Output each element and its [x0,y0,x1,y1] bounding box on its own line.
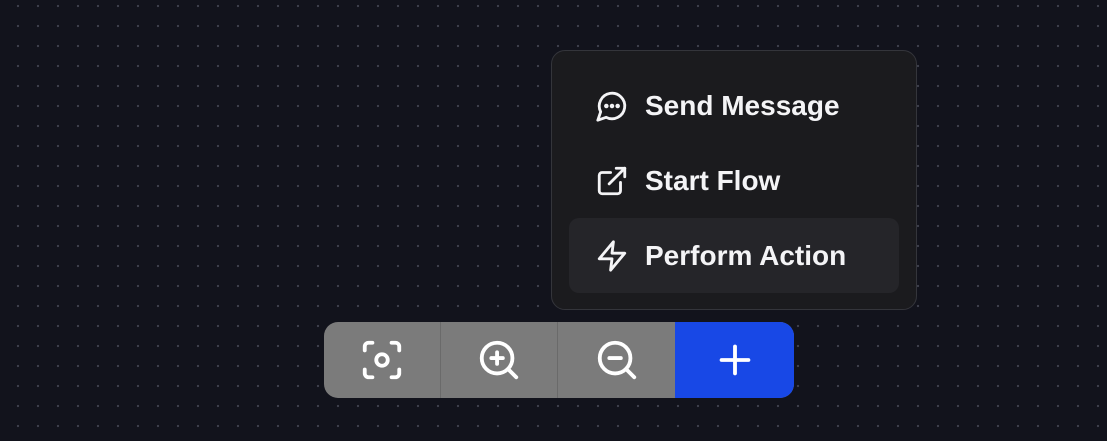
menu-item-label: Send Message [645,89,840,121]
zoom-in-icon [479,340,519,380]
fit-view-icon [362,340,402,380]
menu-item-label: Start Flow [645,164,781,196]
menu-item-start-flow[interactable]: Start Flow [569,143,899,218]
external-link-icon [595,164,629,198]
message-circle-icon [595,89,629,123]
menu-item-perform-action[interactable]: Perform Action [569,218,899,293]
plus-icon [719,344,750,376]
canvas-toolbar [324,322,794,398]
zap-icon [595,239,629,273]
add-node-button[interactable] [675,322,794,398]
zoom-out-icon [597,340,636,380]
menu-item-label: Perform Action [645,239,847,271]
zoom-out-button[interactable] [558,322,675,398]
add-node-menu: Send Message Start Flow Perform Action [551,50,917,310]
menu-item-send-message[interactable]: Send Message [569,68,899,143]
fit-view-button[interactable] [324,322,441,398]
zoom-in-button[interactable] [441,322,558,398]
